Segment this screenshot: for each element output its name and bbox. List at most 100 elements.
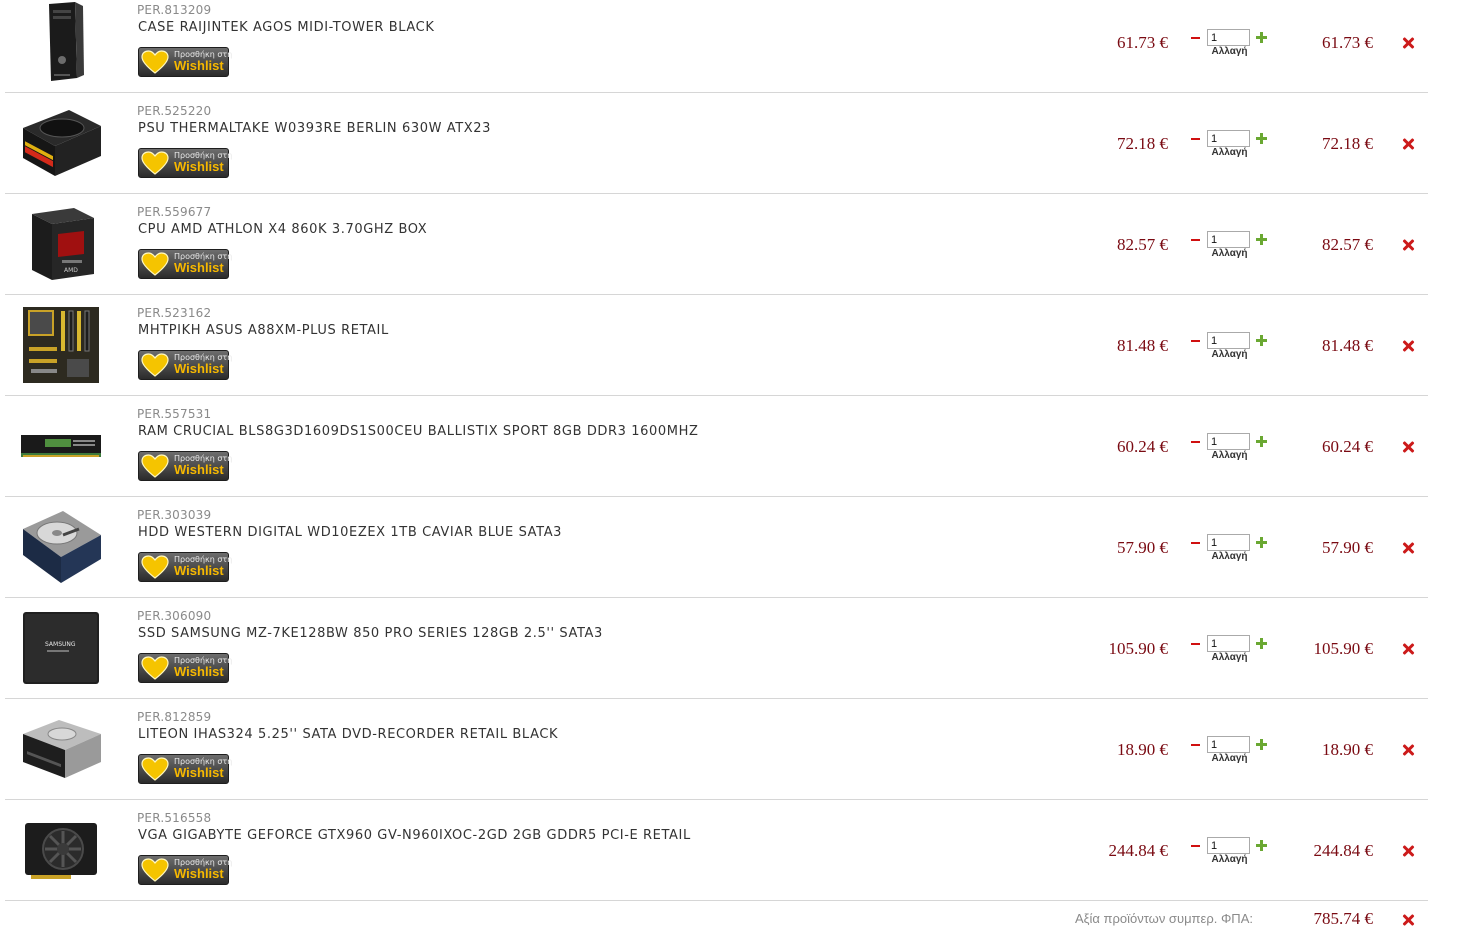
decrease-quantity-button[interactable] [1191, 542, 1200, 544]
update-quantity-link[interactable]: Αλλαγή [1207, 551, 1252, 562]
remove-item-icon[interactable] [1402, 340, 1414, 352]
update-quantity-link[interactable]: Αλλαγή [1207, 753, 1252, 764]
cart-row: PER.303039 HDD WESTERN DIGITAL WD10EZEX … [5, 497, 1428, 598]
power-supply-thumbnail[interactable] [19, 103, 103, 183]
add-to-wishlist-button[interactable]: Προσθήκη στη Wishlist [138, 350, 232, 380]
increase-quantity-button[interactable] [1256, 638, 1267, 649]
motherboard-thumbnail[interactable] [19, 305, 103, 385]
unit-price: 81.48 € [1117, 336, 1168, 355]
update-quantity-link[interactable]: Αλλαγή [1207, 349, 1252, 360]
remove-item-icon[interactable] [1402, 239, 1414, 251]
decrease-quantity-button[interactable] [1191, 239, 1200, 241]
unit-price: 72.18 € [1117, 134, 1168, 153]
add-to-wishlist-button[interactable]: Προσθήκη στη Wishlist [138, 552, 232, 582]
heart-icon [141, 353, 169, 377]
quantity-input[interactable] [1207, 534, 1250, 551]
add-to-wishlist-button[interactable]: Προσθήκη στη Wishlist [138, 47, 232, 77]
add-to-wishlist-button[interactable]: Προσθήκη στη Wishlist [138, 249, 232, 279]
remove-item-icon[interactable] [1402, 441, 1414, 453]
quantity-input[interactable] [1207, 130, 1250, 147]
increase-quantity-button[interactable] [1256, 739, 1267, 750]
quantity-input[interactable] [1207, 736, 1250, 753]
add-to-wishlist-button[interactable]: Προσθήκη στη Wishlist [138, 754, 232, 784]
update-quantity-link[interactable]: Αλλαγή [1207, 652, 1252, 663]
dvd-drive-thumbnail[interactable] [19, 709, 103, 789]
increase-quantity-button[interactable] [1256, 234, 1267, 245]
update-quantity-link[interactable]: Αλλαγή [1207, 854, 1252, 865]
product-code: PER.516558 [137, 811, 212, 825]
add-to-wishlist-button[interactable]: Προσθήκη στη Wishlist [138, 451, 232, 481]
remove-item-icon[interactable] [1402, 138, 1414, 150]
quantity-input[interactable] [1207, 332, 1250, 349]
line-total: 18.90 € [1322, 740, 1373, 759]
quantity-input[interactable] [1207, 433, 1250, 450]
product-name[interactable]: CASE RAIJINTEK AGOS MIDI-TOWER BLACK [138, 20, 435, 35]
decrease-quantity-button[interactable] [1191, 845, 1200, 847]
heart-icon [141, 50, 169, 74]
wishlist-button-label: Wishlist [174, 462, 224, 477]
product-name[interactable]: RAM CRUCIAL BLS8G3D1609DS1S00CEU BALLIST… [138, 424, 698, 439]
update-quantity-link[interactable]: Αλλαγή [1207, 147, 1252, 158]
increase-quantity-button[interactable] [1256, 537, 1267, 548]
increase-quantity-button[interactable] [1256, 32, 1267, 43]
increase-quantity-button[interactable] [1256, 436, 1267, 447]
product-name[interactable]: CPU AMD ATHLON X4 860K 3.70GHZ BOX [138, 222, 427, 237]
increase-quantity-button[interactable] [1256, 335, 1267, 346]
remove-item-icon[interactable] [1402, 744, 1414, 756]
quantity-input[interactable] [1207, 231, 1250, 248]
decrease-quantity-button[interactable] [1191, 37, 1200, 39]
remove-item-icon[interactable] [1402, 542, 1414, 554]
ram-stick-thumbnail[interactable] [19, 406, 103, 486]
wishlist-button-label: Wishlist [174, 765, 224, 780]
wishlist-button-label: Wishlist [174, 866, 224, 881]
unit-price: 105.90 € [1108, 639, 1169, 658]
quantity-input[interactable] [1207, 635, 1250, 652]
heart-icon [141, 656, 169, 680]
cpu-box-thumbnail[interactable]: AMD [19, 204, 103, 284]
product-name[interactable]: PSU THERMALTAKE W0393RE BERLIN 630W ATX2… [138, 121, 491, 136]
quantity-input[interactable] [1207, 837, 1250, 854]
hard-drive-thumbnail[interactable] [19, 507, 103, 587]
update-quantity-link[interactable]: Αλλαγή [1207, 248, 1252, 259]
quantity-input[interactable] [1207, 29, 1250, 46]
unit-price: 244.84 € [1108, 841, 1169, 860]
remove-item-icon[interactable] [1402, 643, 1414, 655]
cart-row: PER.813209 CASE RAIJINTEK AGOS MIDI-TOWE… [5, 0, 1428, 93]
cart-row: PER.812859 LITEON IHAS324 5.25'' SATA DV… [5, 699, 1428, 800]
remove-item-icon[interactable] [1402, 845, 1414, 857]
unit-price: 60.24 € [1117, 437, 1168, 456]
product-name[interactable]: VGA GIGABYTE GEFORCE GTX960 GV-N960IXOC-… [138, 828, 691, 843]
heart-icon [141, 555, 169, 579]
increase-quantity-button[interactable] [1256, 840, 1267, 851]
add-to-wishlist-button[interactable]: Προσθήκη στη Wishlist [138, 855, 232, 885]
cart-table: PER.813209 CASE RAIJINTEK AGOS MIDI-TOWE… [5, 0, 1428, 901]
wishlist-button-label: Wishlist [174, 664, 224, 679]
decrease-quantity-button[interactable] [1191, 643, 1200, 645]
product-name[interactable]: SSD SAMSUNG MZ-7KE128BW 850 PRO SERIES 1… [138, 626, 603, 641]
update-quantity-link[interactable]: Αλλαγή [1207, 450, 1252, 461]
update-quantity-link[interactable]: Αλλαγή [1207, 46, 1252, 57]
remove-item-icon[interactable] [1402, 37, 1414, 49]
graphics-card-thumbnail[interactable] [19, 810, 103, 890]
decrease-quantity-button[interactable] [1191, 340, 1200, 342]
line-total: 81.48 € [1322, 336, 1373, 355]
cart-row: PER.516558 VGA GIGABYTE GEFORCE GTX960 G… [5, 800, 1428, 901]
product-name[interactable]: HDD WESTERN DIGITAL WD10EZEX 1TB CAVIAR … [138, 525, 562, 540]
line-total: 60.24 € [1322, 437, 1373, 456]
increase-quantity-button[interactable] [1256, 133, 1267, 144]
wishlist-button-label: Wishlist [174, 361, 224, 376]
add-to-wishlist-button[interactable]: Προσθήκη στη Wishlist [138, 148, 232, 178]
svg-text:AMD: AMD [64, 267, 78, 274]
product-code: PER.525220 [137, 104, 212, 118]
pc-case-thumbnail[interactable] [19, 2, 103, 82]
wishlist-button-label: Wishlist [174, 58, 224, 73]
ssd-thumbnail[interactable]: SAMSUNG [19, 608, 103, 688]
add-to-wishlist-button[interactable]: Προσθήκη στη Wishlist [138, 653, 232, 683]
product-name[interactable]: ΜΗΤΡΙΚΗ ASUS A88XM-PLUS RETAIL [138, 323, 389, 338]
decrease-quantity-button[interactable] [1191, 744, 1200, 746]
subtotal-value: 785.74 € [1313, 909, 1374, 928]
product-name[interactable]: LITEON IHAS324 5.25'' SATA DVD-RECORDER … [138, 727, 558, 742]
empty-cart-icon[interactable] [1402, 914, 1414, 926]
decrease-quantity-button[interactable] [1191, 138, 1200, 140]
decrease-quantity-button[interactable] [1191, 441, 1200, 443]
